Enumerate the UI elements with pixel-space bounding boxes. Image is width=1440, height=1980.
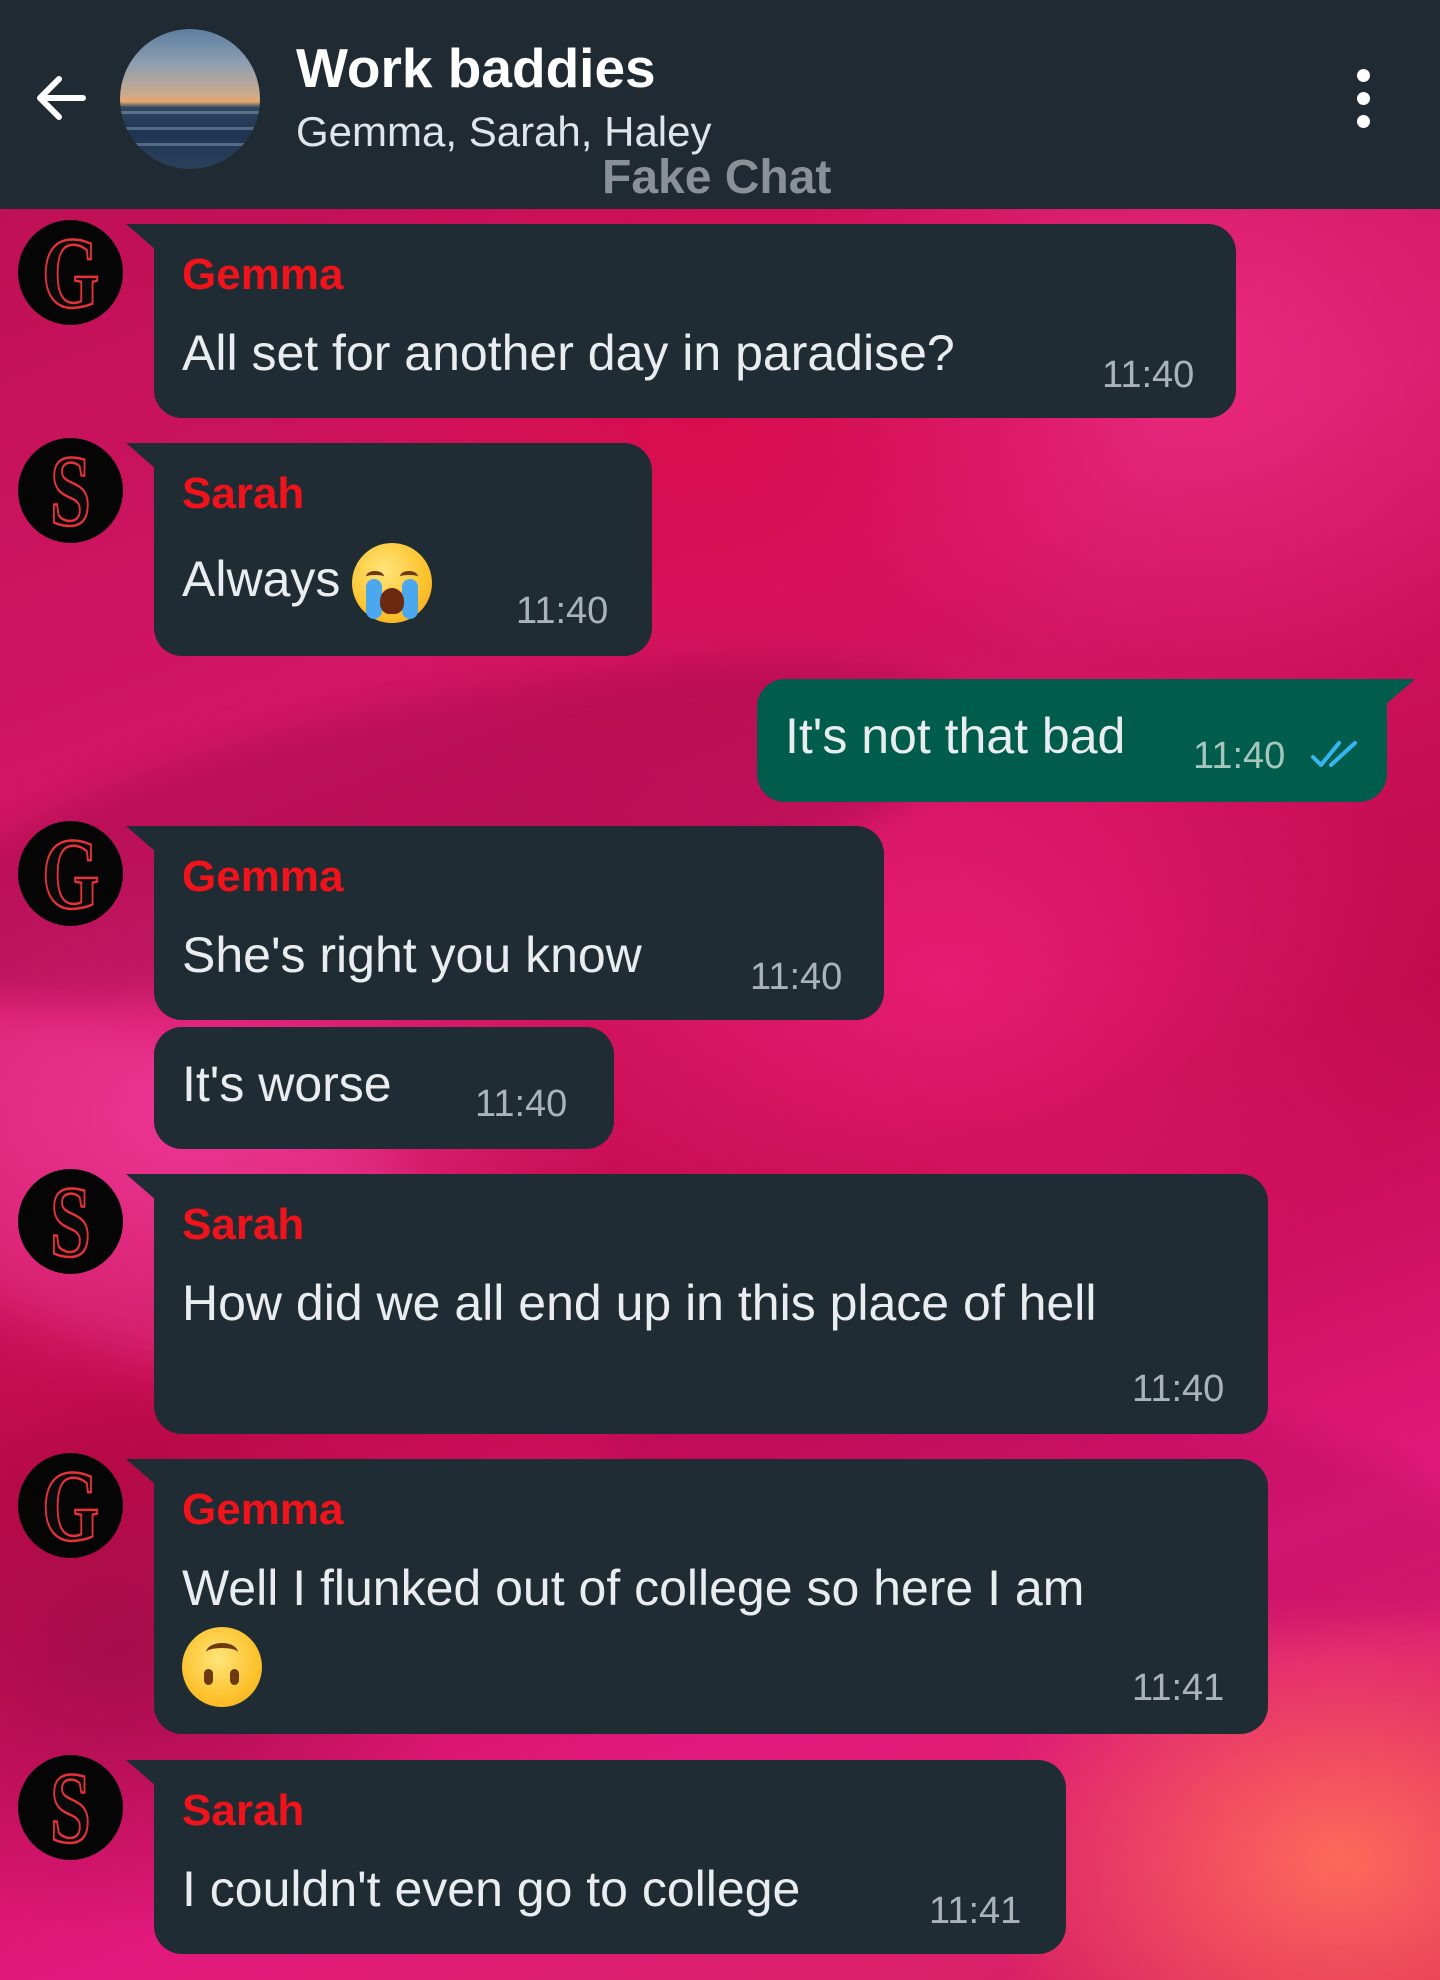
sender-avatar-gemma[interactable]: G bbox=[18, 821, 123, 926]
double-check-read-icon bbox=[1311, 741, 1357, 767]
message-time: 11:40 bbox=[1193, 735, 1286, 777]
message-bubble[interactable]: Gemma All set for another day in paradis… bbox=[126, 224, 1236, 418]
sender-name: Gemma bbox=[182, 852, 344, 901]
message-text: It's worse bbox=[182, 1056, 392, 1112]
group-title[interactable]: Work baddies bbox=[296, 36, 656, 100]
upside-down-face-emoji bbox=[182, 1627, 262, 1707]
message-time: 11:40 bbox=[750, 956, 843, 998]
message-time: 11:40 bbox=[1102, 354, 1195, 396]
arrow-left-icon bbox=[37, 76, 86, 120]
watermark-text: Fake Chat bbox=[602, 151, 832, 204]
message-bubble[interactable]: Sarah I couldn't even go to college 11:4… bbox=[126, 1760, 1066, 1954]
sender-name: Sarah bbox=[182, 1200, 305, 1249]
message-time: 11:40 bbox=[1132, 1368, 1225, 1410]
message-time: 11:41 bbox=[929, 1890, 1022, 1932]
sender-name: Gemma bbox=[182, 1485, 344, 1534]
message-text: She's right you know bbox=[182, 927, 642, 983]
sender-avatar-sarah[interactable]: S bbox=[18, 438, 123, 543]
sender-avatar-gemma[interactable]: G bbox=[18, 1453, 123, 1558]
sender-name: Gemma bbox=[182, 250, 344, 299]
message-bubble[interactable]: Sarah How did we all end up in this plac… bbox=[126, 1174, 1268, 1434]
message-time: 11:41 bbox=[1132, 1667, 1225, 1709]
chat-header: Work baddies Gemma, Sarah, Haley Fake Ch… bbox=[0, 0, 1440, 209]
more-options-button[interactable] bbox=[1330, 58, 1396, 138]
loudly-crying-face-emoji bbox=[352, 543, 433, 623]
outgoing-message-bubble[interactable]: It's not that bad 11:40 bbox=[757, 679, 1415, 802]
group-avatar[interactable] bbox=[120, 29, 260, 169]
message-text: It's not that bad bbox=[785, 708, 1126, 764]
message-bubble[interactable]: Gemma She's right you know 11:40 bbox=[126, 826, 884, 1020]
message-text: How did we all end up in this place of h… bbox=[182, 1275, 1097, 1331]
back-button[interactable] bbox=[28, 65, 94, 131]
sender-avatar-sarah[interactable]: S bbox=[18, 1169, 123, 1274]
message-bubble[interactable]: Sarah Always 11:40 bbox=[126, 443, 652, 656]
sender-avatar-sarah[interactable]: S bbox=[18, 1755, 123, 1860]
message-time: 11:40 bbox=[475, 1083, 568, 1125]
group-members[interactable]: Gemma, Sarah, Haley bbox=[296, 108, 712, 156]
message-text: Always bbox=[182, 543, 433, 623]
message-time: 11:40 bbox=[516, 590, 609, 632]
message-bubble[interactable]: It's worse 11:40 bbox=[154, 1027, 614, 1149]
message-text: I couldn't even go to college bbox=[182, 1861, 801, 1917]
sender-avatar-gemma[interactable]: G bbox=[18, 220, 123, 325]
sender-name: Sarah bbox=[182, 1786, 305, 1835]
message-bubble[interactable]: Gemma Well I flunked out of college so h… bbox=[126, 1459, 1268, 1734]
more-vertical-icon bbox=[1356, 68, 1370, 82]
sender-name: Sarah bbox=[182, 469, 305, 518]
message-text: All set for another day in paradise? bbox=[182, 325, 955, 381]
message-text: Well I flunked out of college so here I … bbox=[182, 1560, 1085, 1616]
